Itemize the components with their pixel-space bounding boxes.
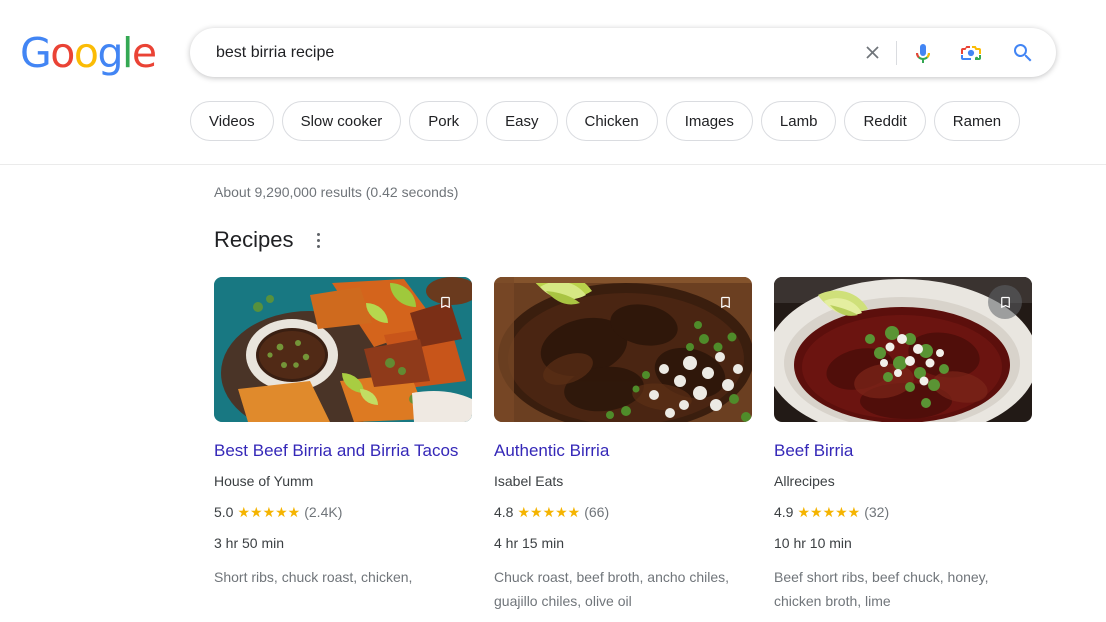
recipe-rating: 4.9 ★★★★★ (32) xyxy=(774,497,1032,528)
recipe-card[interactable]: Best Beef Birria and Birria Tacos House … xyxy=(214,277,472,613)
filter-chip-videos[interactable]: Videos xyxy=(190,101,274,141)
recipe-time: 3 hr 50 min xyxy=(214,535,285,551)
page-title: Recipes xyxy=(214,227,294,252)
google-logo-letter-0: G xyxy=(20,29,52,77)
filter-chip-reddit[interactable]: Reddit xyxy=(844,101,926,141)
star-icon: ★★★★★ xyxy=(517,504,581,520)
bookmark-icon[interactable] xyxy=(708,285,742,319)
search-icon[interactable] xyxy=(999,31,1047,75)
microphone-icon[interactable] xyxy=(903,31,943,75)
search-divider xyxy=(896,40,897,65)
filter-chip-chicken[interactable]: Chicken xyxy=(565,101,658,141)
google-logo-letter-4: l xyxy=(122,29,133,77)
close-icon[interactable] xyxy=(850,31,894,75)
filter-chip-images[interactable]: Images xyxy=(665,101,753,141)
google-logo-letter-3: g xyxy=(97,29,123,77)
rating-value: 4.8 xyxy=(494,504,514,520)
rating-count: (2.4K) xyxy=(304,504,343,520)
recipe-time: 4 hr 15 min xyxy=(494,535,565,551)
result-stats: About 9,290,000 results (0.42 seconds) xyxy=(214,184,459,200)
star-icon: ★★★★★ xyxy=(237,504,301,520)
filter-chip-pork[interactable]: Pork xyxy=(409,101,479,141)
recipe-thumbnail[interactable] xyxy=(494,277,752,422)
recipe-card[interactable]: Beef Birria Allrecipes 4.9 ★★★★★ (32) 10… xyxy=(774,277,1032,613)
recipe-title[interactable]: Authentic Birria xyxy=(494,436,746,466)
filter-chip-ramen[interactable]: Ramen xyxy=(933,101,1021,141)
recipe-source: Allrecipes xyxy=(774,473,835,489)
recipe-thumbnail[interactable] xyxy=(214,277,472,422)
filter-chips: Videos Slow cooker Pork Easy Chicken Images La… xyxy=(190,101,1021,141)
recipe-thumbnail[interactable] xyxy=(774,277,1032,422)
filter-chip-easy[interactable]: Easy xyxy=(486,101,558,141)
google-logo[interactable]: Google xyxy=(20,29,157,77)
recipe-rating: 5.0 ★★★★★ (2.4K) xyxy=(214,497,472,528)
filter-chip-slow-cooker[interactable]: Slow cooker xyxy=(281,101,402,141)
recipe-card[interactable]: Authentic Birria Isabel Eats 4.8 ★★★★★ (… xyxy=(494,277,752,613)
bookmark-icon[interactable] xyxy=(428,285,462,319)
rating-count: (32) xyxy=(864,504,890,520)
recipes-section-header: Recipes xyxy=(214,226,329,254)
search-header: Google best birria recipe Videos Slow co… xyxy=(0,0,1106,165)
google-logo-letter-1: o xyxy=(50,29,75,77)
recipe-ingredients: Short ribs, chuck roast, chicken, xyxy=(214,569,413,585)
recipe-card-list: Best Beef Birria and Birria Tacos House … xyxy=(214,277,1032,613)
rating-value: 5.0 xyxy=(214,504,234,520)
google-lens-icon[interactable] xyxy=(951,31,991,75)
recipe-ingredients: Chuck roast, beef broth, ancho chiles, g… xyxy=(494,569,730,609)
recipe-rating: 4.8 ★★★★★ (66) xyxy=(494,497,752,528)
google-logo-letter-2: o xyxy=(73,29,99,77)
recipe-time: 10 hr 10 min xyxy=(774,535,852,551)
recipe-source: House of Yumm xyxy=(214,473,314,489)
search-box[interactable] xyxy=(190,28,1056,77)
star-icon: ★★★★★ xyxy=(797,504,861,520)
google-logo-letter-5: e xyxy=(131,29,157,77)
bookmark-icon[interactable] xyxy=(988,285,1022,319)
more-options-icon[interactable] xyxy=(307,226,329,254)
filter-chip-lamb[interactable]: Lamb xyxy=(760,101,837,141)
recipe-title[interactable]: Beef Birria xyxy=(774,436,1026,466)
recipe-ingredients: Beef short ribs, beef chuck, honey, chic… xyxy=(774,569,989,609)
recipe-title[interactable]: Best Beef Birria and Birria Tacos xyxy=(214,436,466,466)
search-input[interactable] xyxy=(191,29,850,76)
rating-count: (66) xyxy=(584,504,610,520)
rating-value: 4.9 xyxy=(774,504,794,520)
recipe-source: Isabel Eats xyxy=(494,473,564,489)
